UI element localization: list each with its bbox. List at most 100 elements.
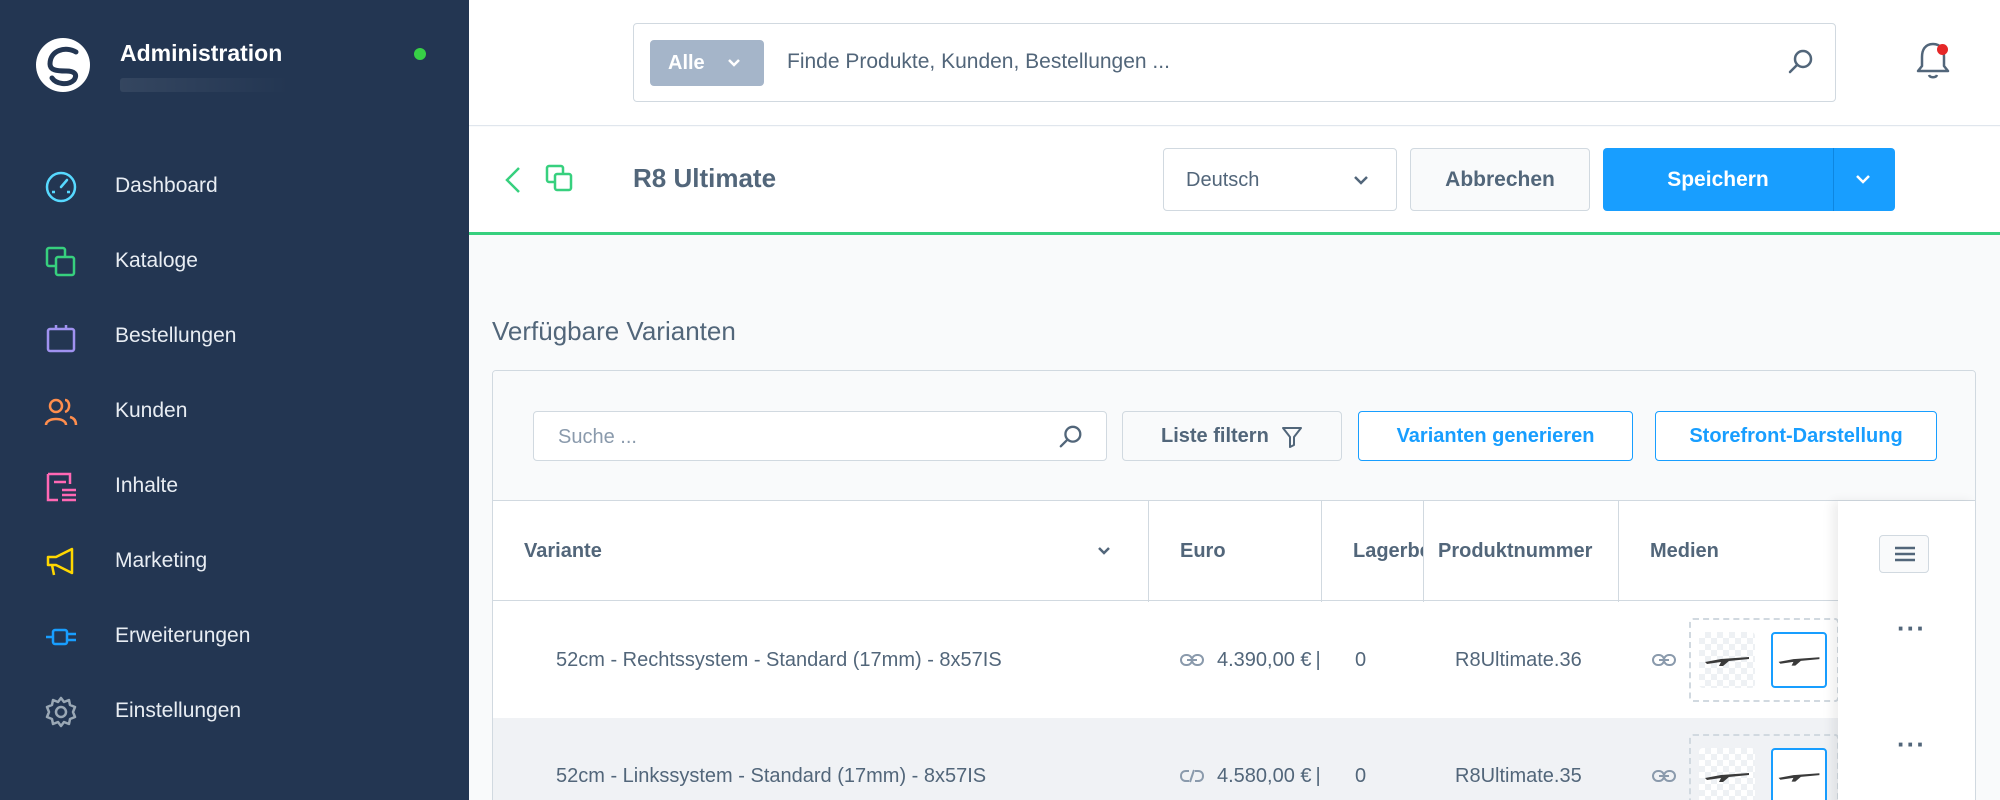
sidebar-item-label: Dashboard	[115, 174, 218, 197]
sidebar-item-kataloge[interactable]: Kataloge	[0, 231, 469, 291]
media-link-cell[interactable]	[1651, 602, 1677, 718]
link-icon[interactable]	[1651, 768, 1677, 784]
table-row[interactable]: 52cm - Rechtssystem - Standard (17mm) - …	[493, 602, 1975, 718]
sidebar-item-label: Kataloge	[115, 249, 198, 272]
text-cursor: |	[1315, 648, 1321, 671]
row-actions-button[interactable]: ···	[1897, 613, 1926, 644]
link-icon[interactable]	[1179, 652, 1205, 668]
column-header-label: Produktnummer	[1438, 539, 1593, 562]
filter-funnel-icon	[1282, 427, 1302, 448]
variant-name: 52cm - Linkssystem - Standard (17mm) - 8…	[556, 764, 987, 787]
price-cell[interactable]: 4.390,00 € |	[1179, 602, 1321, 718]
section-title: Verfügbare Varianten	[492, 316, 736, 346]
generate-variants-button[interactable]: Varianten generieren	[1358, 411, 1633, 461]
table-row[interactable]: 52cm - Linkssystem - Standard (17mm) - 8…	[493, 718, 1975, 800]
product-number: R8Ultimate.35	[1455, 764, 1582, 787]
page-title: R8 Ultimate	[633, 163, 777, 193]
price-cell[interactable]: 4.580,00 € |	[1179, 718, 1321, 800]
media-thumbnail-selected[interactable]	[1771, 748, 1827, 800]
chevron-down-icon	[728, 59, 740, 67]
rifle-image-icon	[1705, 773, 1749, 782]
catalog-stack-icon[interactable]	[545, 164, 575, 194]
column-header-produktnummer[interactable]: Produktnummer	[1424, 501, 1618, 601]
variant-search-input[interactable]: Suche ...	[533, 411, 1107, 461]
rifle-image-icon	[1705, 657, 1749, 666]
language-select[interactable]: Deutsch	[1163, 148, 1397, 211]
chevron-down-icon	[1856, 175, 1870, 184]
link-icon[interactable]	[1651, 652, 1677, 668]
stock-value: 0	[1355, 648, 1367, 671]
column-header-medien[interactable]: Medien	[1619, 501, 1838, 601]
filter-list-label: Liste filtern	[1161, 424, 1269, 447]
language-value: Deutsch	[1186, 169, 1260, 191]
notification-badge	[1937, 44, 1948, 55]
media-drop-zone[interactable]	[1689, 618, 1839, 702]
sidebar-item-erweiterungen[interactable]: Erweiterungen	[0, 606, 469, 666]
shopware-logo-icon[interactable]	[36, 38, 90, 92]
hamburger-menu-icon	[1895, 546, 1915, 562]
sidebar-item-inhalte[interactable]: Inhalte	[0, 456, 469, 516]
grid-header: Variante Euro Lagerbestand Produktnummer…	[493, 501, 1975, 601]
row-actions-button[interactable]: ···	[1897, 729, 1926, 760]
storefront-display-button[interactable]: Storefront-Darstellung	[1655, 411, 1937, 461]
sidebar-item-label: Marketing	[115, 549, 208, 572]
actions-column: ··· ···	[1838, 501, 1975, 800]
media-thumbnail[interactable]	[1699, 748, 1755, 800]
media-link-cell[interactable]	[1651, 718, 1677, 800]
column-header-lagerbestand[interactable]: Lagerbestand	[1322, 501, 1423, 601]
search-icon	[1059, 425, 1082, 448]
column-settings-button[interactable]	[1879, 535, 1929, 573]
text-cursor: |	[1315, 764, 1321, 787]
save-options-button[interactable]	[1834, 148, 1895, 211]
column-header-label: Euro	[1180, 539, 1226, 562]
filter-list-button[interactable]: Liste filtern	[1122, 411, 1342, 461]
column-header-euro[interactable]: Euro	[1149, 501, 1321, 601]
sidebar: Administration Dashboard Kataloge Bestel…	[0, 0, 469, 800]
sidebar-item-bestellungen[interactable]: Bestellungen	[0, 306, 469, 366]
search-scope-dropdown[interactable]: Alle	[650, 40, 764, 86]
column-header-label: Medien	[1650, 539, 1719, 562]
column-header-variante[interactable]: Variante	[493, 501, 1148, 601]
sidebar-item-label: Einstellungen	[115, 699, 242, 722]
unlink-icon[interactable]	[1179, 768, 1205, 784]
variants-card: Suche ... Liste filtern Varianten generi…	[492, 370, 1976, 800]
catalog-stack-icon	[45, 246, 76, 277]
media-thumbnail[interactable]	[1699, 632, 1755, 688]
plug-icon	[46, 628, 76, 646]
rifle-image-icon	[1778, 773, 1820, 782]
sidebar-item-einstellungen[interactable]: Einstellungen	[0, 681, 469, 741]
variant-search-placeholder: Suche ...	[558, 426, 637, 448]
global-search-bar: Alle Finde Produkte, Kunden, Bestellunge…	[633, 23, 1836, 102]
chevron-down-icon	[1354, 176, 1368, 185]
dashboard-gauge-icon	[45, 171, 77, 203]
brand-subtitle	[120, 78, 290, 92]
price-value: 4.390,00 €	[1217, 648, 1312, 671]
sidebar-item-marketing[interactable]: Marketing	[0, 531, 469, 591]
save-button[interactable]: Speichern	[1603, 148, 1834, 211]
media-drop-zone[interactable]	[1689, 734, 1839, 800]
sidebar-item-dashboard[interactable]: Dashboard	[0, 156, 469, 216]
gear-icon	[45, 696, 77, 728]
column-header-label: Variante	[524, 539, 602, 562]
shopping-bag-icon	[46, 325, 76, 353]
sidebar-item-label: Inhalte	[115, 474, 179, 497]
variants-toolbar: Suche ... Liste filtern Varianten generi…	[493, 371, 1975, 501]
sort-chevron-down-icon[interactable]	[1097, 545, 1111, 557]
stock-value: 0	[1355, 764, 1367, 787]
megaphone-icon	[46, 547, 74, 576]
sidebar-item-label: Erweiterungen	[115, 624, 251, 647]
search-icon[interactable]	[1787, 48, 1815, 76]
brand-title: Administration	[120, 40, 283, 66]
sidebar-item-kunden[interactable]: Kunden	[0, 381, 469, 441]
variant-name: 52cm - Rechtssystem - Standard (17mm) - …	[556, 648, 1002, 671]
sidebar-item-label: Bestellungen	[115, 324, 237, 347]
media-thumbnail-selected[interactable]	[1771, 632, 1827, 688]
product-number: R8Ultimate.36	[1455, 648, 1582, 671]
cancel-button[interactable]: Abbrechen	[1410, 148, 1590, 211]
rifle-image-icon	[1778, 657, 1820, 666]
search-scope-label: Alle	[668, 51, 705, 74]
back-arrow-icon[interactable]	[503, 164, 523, 196]
sidebar-item-label: Kunden	[115, 399, 188, 422]
online-status-dot	[414, 48, 426, 60]
global-search-input[interactable]: Finde Produkte, Kunden, Bestellungen ...	[787, 50, 1170, 74]
